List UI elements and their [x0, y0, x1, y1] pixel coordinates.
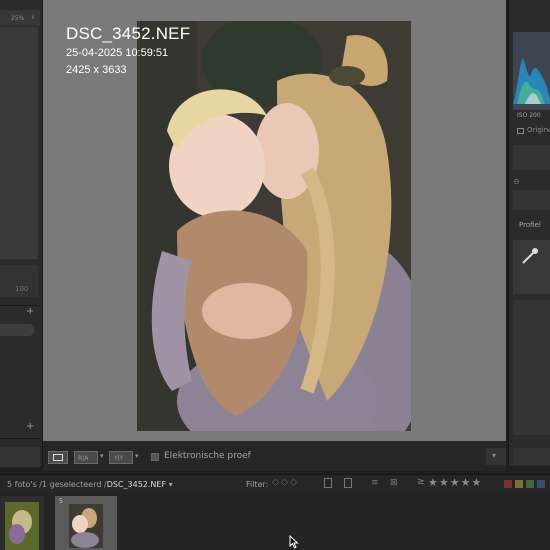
adjustments-panel[interactable]: [513, 300, 550, 435]
survey-view-button[interactable]: Y|Y: [109, 451, 133, 464]
profile-header[interactable]: [513, 190, 550, 210]
thumbnail-index: 5: [59, 498, 63, 505]
eyedropper-icon[interactable]: [520, 246, 540, 266]
profile-label: Profiel: [519, 221, 541, 229]
left-bottom-panel[interactable]: [0, 447, 40, 467]
overlay-datetime: 25-04-2025 10:59:51: [66, 47, 169, 59]
original-label: Origine: [527, 126, 550, 134]
histogram[interactable]: [513, 32, 550, 110]
photo-image: [137, 21, 411, 431]
collection-row[interactable]: [0, 324, 34, 336]
plus-icon[interactable]: +: [26, 421, 34, 432]
selection-count: 5 foto's /1 geselecteerd /: [7, 480, 107, 489]
zoom-header[interactable]: 25% ⇕: [0, 10, 40, 26]
selected-filename[interactable]: DSC_3452.NEF: [107, 480, 166, 489]
star-icon[interactable]: ★★★★★: [428, 476, 482, 489]
filter-flag-icon[interactable]: [324, 478, 332, 488]
navigator-panel[interactable]: [0, 27, 38, 259]
filter-label: Filter:: [246, 480, 269, 489]
slider-value: 100: [15, 285, 29, 293]
color-label-icon[interactable]: [504, 480, 512, 488]
dropdown-arrow-icon[interactable]: ⇕: [31, 15, 35, 21]
soft-proof-checkbox[interactable]: [151, 453, 159, 461]
dropdown-arrow-icon: ▾: [492, 451, 497, 460]
color-label-icon[interactable]: [526, 480, 534, 488]
filter-flag-icon[interactable]: [344, 478, 352, 488]
basic-panel-header[interactable]: [513, 145, 550, 170]
soft-proof-label: Elektronische proef: [164, 451, 251, 461]
mouse-cursor-icon: [289, 535, 299, 549]
original-checkbox[interactable]: [517, 128, 524, 134]
dropdown-arrow-icon[interactable]: ▾: [100, 452, 104, 460]
color-label-icon[interactable]: [537, 480, 545, 488]
filter-flag-icon[interactable]: ≡: [371, 478, 379, 488]
zoom-value: 25%: [11, 15, 25, 22]
compare-view-button[interactable]: R|A: [74, 451, 98, 464]
filmstrip-thumbnail-selected[interactable]: [55, 496, 117, 550]
filmstrip-thumbnail[interactable]: [0, 496, 44, 550]
dropdown-arrow-icon[interactable]: ▾: [169, 480, 173, 489]
overlay-dimensions: 2425 x 3633: [66, 64, 127, 76]
filter-flag-icon[interactable]: ⬦⬦⬦: [272, 477, 299, 488]
divider: [0, 438, 40, 439]
rating-operator[interactable]: ≥: [417, 477, 425, 487]
loupe-view-button[interactable]: [48, 451, 68, 464]
toolbar-menu-button[interactable]: ▾: [486, 448, 506, 465]
white-balance-panel[interactable]: [513, 240, 550, 294]
link-icon[interactable]: ⊖: [513, 177, 520, 186]
plus-icon[interactable]: +: [26, 306, 34, 317]
main-photo[interactable]: [137, 21, 411, 431]
filmstrip-info[interactable]: 5 foto's /1 geselecteerd /DSC_3452.NEF ▾: [7, 480, 173, 489]
filter-flag-icon[interactable]: ⊠: [390, 478, 398, 488]
right-bottom-panel[interactable]: [513, 448, 550, 465]
iso-value: ISO 200: [517, 112, 541, 119]
dropdown-arrow-icon[interactable]: ▾: [135, 452, 139, 460]
color-label-icon[interactable]: [515, 480, 523, 488]
overlay-filename: DSC_3452.NEF: [66, 24, 191, 43]
